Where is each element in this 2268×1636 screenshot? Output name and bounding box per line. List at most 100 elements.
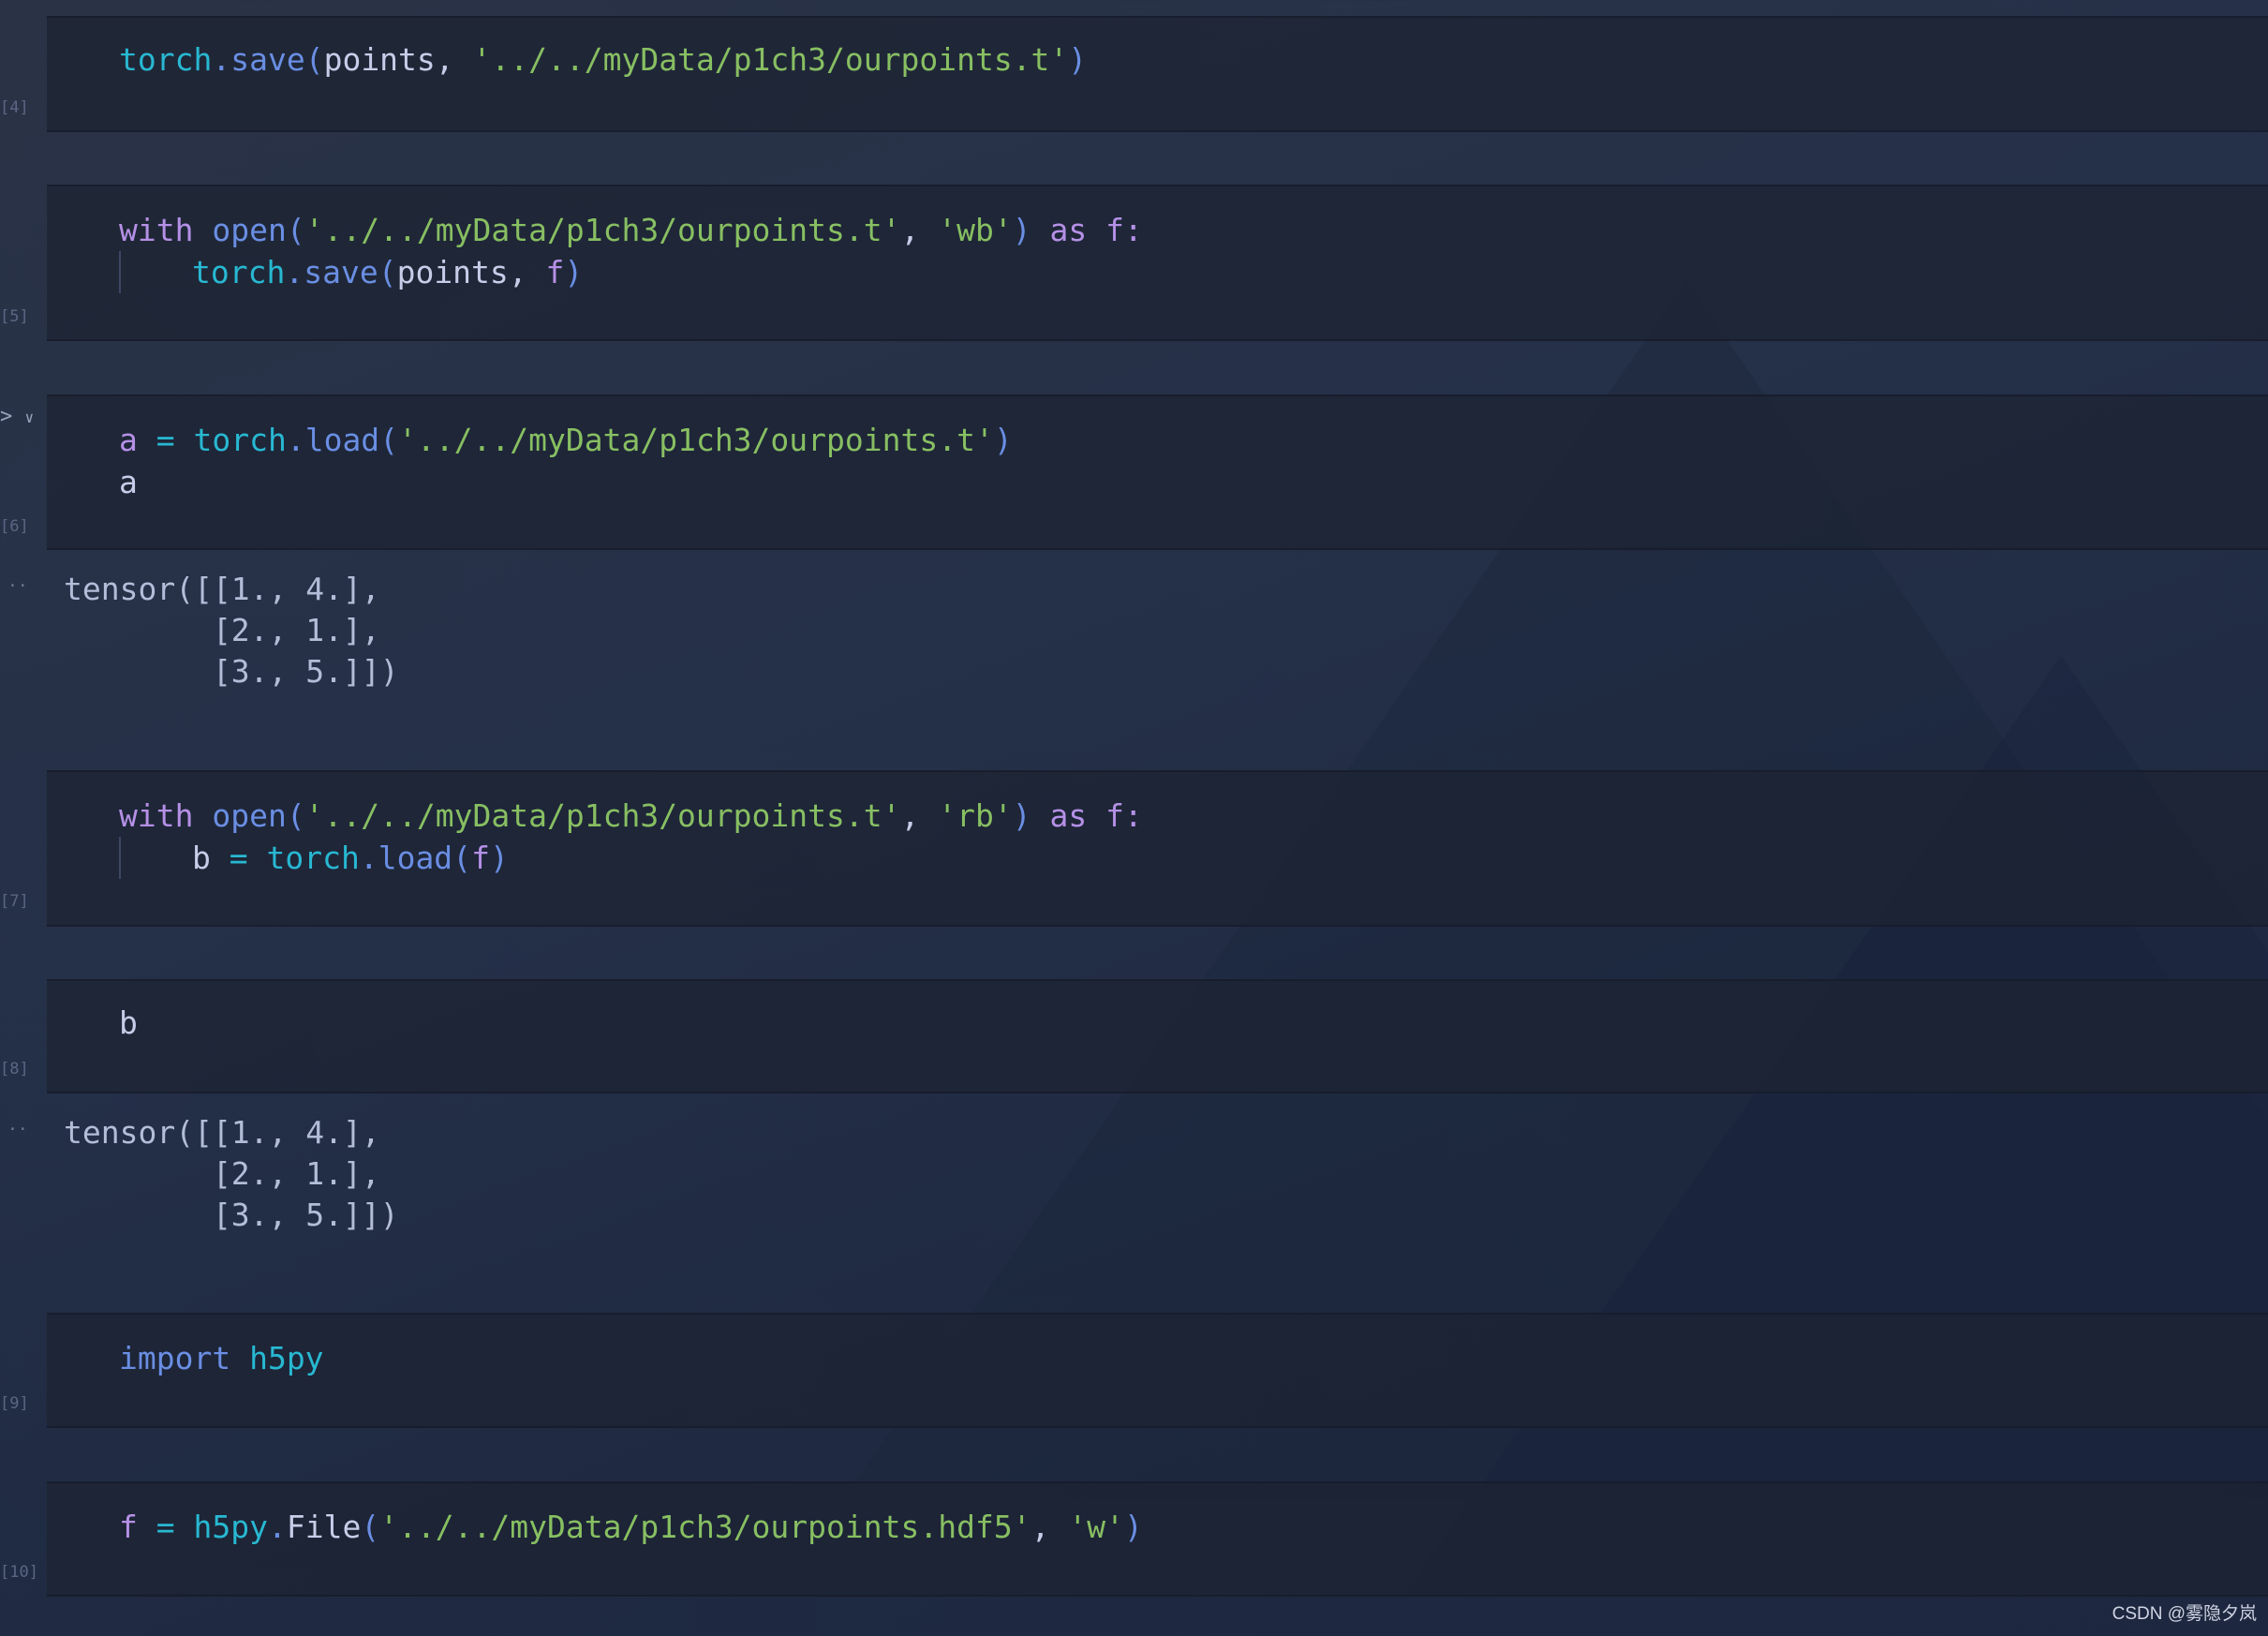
- code-cell[interactable]: torch.save(points, '../../myData/p1ch3/o…: [47, 16, 2268, 132]
- code-token: b: [119, 1004, 138, 1041]
- cell-code[interactable]: with open('../../myData/p1ch3/ourpoints.…: [119, 209, 1143, 293]
- cell-output: ·· tensor([[1., 4.], [2., 1.], [3., 5.]]…: [7, 548, 2268, 768]
- code-token: '../../myData/p1ch3/ourpoints.t': [472, 41, 1069, 78]
- code-cell[interactable]: b: [47, 979, 2268, 1093]
- code-token: =: [210, 840, 267, 876]
- code-token: f: [471, 840, 490, 876]
- code-token: File: [286, 1509, 362, 1545]
- code-token: a: [119, 464, 138, 500]
- code-token: save: [304, 254, 378, 290]
- code-token: ,: [900, 797, 939, 834]
- code-token: as: [1049, 797, 1106, 834]
- output-menu-icon[interactable]: ··: [7, 1120, 28, 1139]
- code-token: '../../myData/p1ch3/ourpoints.t': [304, 797, 901, 834]
- code-cell[interactable]: with open('../../myData/p1ch3/ourpoints.…: [47, 185, 2268, 341]
- code-cell[interactable]: with open('../../myData/p1ch3/ourpoints.…: [47, 770, 2268, 927]
- code-token: (: [286, 212, 305, 248]
- code-token: 'w': [1068, 1509, 1124, 1545]
- code-token: ): [1123, 1509, 1143, 1545]
- code-token: 'wb': [938, 212, 1013, 248]
- output-text: tensor([[1., 4.], [2., 1.], [3., 5.]]): [64, 1114, 399, 1233]
- execution-count: [9]: [0, 1394, 29, 1413]
- code-token: (: [286, 797, 305, 834]
- code-line: a: [119, 461, 1013, 503]
- code-token: load: [304, 422, 380, 458]
- cell-code[interactable]: import h5py: [119, 1337, 324, 1379]
- execution-count: [6]: [0, 517, 29, 536]
- code-token: .: [267, 1509, 287, 1545]
- code-token: points,: [323, 41, 473, 78]
- code-token: ): [489, 840, 509, 876]
- code-line: b = torch.load(f): [119, 837, 1143, 879]
- code-line: a = torch.load('../../myData/p1ch3/ourpo…: [119, 419, 1013, 461]
- cell-code[interactable]: b: [119, 1002, 138, 1044]
- indent-guide: [119, 837, 192, 879]
- code-line: with open('../../myData/p1ch3/ourpoints.…: [119, 209, 1143, 251]
- code-token: ): [1012, 212, 1050, 248]
- code-token: as: [1049, 212, 1106, 248]
- code-token: ): [564, 254, 584, 290]
- run-controls[interactable]: > ∨: [0, 405, 34, 428]
- code-token: with: [119, 212, 213, 248]
- code-token: torch: [119, 41, 213, 78]
- output-text: tensor([[1., 4.], [2., 1.], [3., 5.]]): [64, 571, 399, 690]
- execution-count: [8]: [0, 1060, 29, 1078]
- collapse-icon[interactable]: ∨: [25, 409, 35, 426]
- code-token: torch: [266, 840, 360, 876]
- code-cell[interactable]: f = h5py.File('../../myData/p1ch3/ourpoi…: [47, 1481, 2268, 1597]
- code-token: a: [119, 422, 138, 458]
- code-token: h5py: [193, 1509, 268, 1545]
- code-token: points,: [396, 254, 546, 290]
- code-line: f = h5py.File('../../myData/p1ch3/ourpoi…: [119, 1506, 1143, 1548]
- code-line: with open('../../myData/p1ch3/ourpoints.…: [119, 795, 1143, 837]
- code-token: =: [137, 1509, 194, 1545]
- cell-code[interactable]: a = torch.load('../../myData/p1ch3/ourpo…: [119, 419, 1013, 503]
- code-token: load: [378, 840, 453, 876]
- cell-code[interactable]: with open('../../myData/p1ch3/ourpoints.…: [119, 795, 1143, 879]
- output-menu-icon[interactable]: ··: [7, 576, 28, 596]
- code-token: .: [286, 422, 305, 458]
- code-line: import h5py: [119, 1337, 324, 1379]
- indent-guide: [119, 251, 192, 293]
- execution-count: [10]: [0, 1563, 38, 1582]
- code-cell[interactable]: import h5py: [47, 1313, 2268, 1428]
- code-token: save: [230, 41, 305, 78]
- watermark: CSDN @雾隐夕岚: [2112, 1604, 2257, 1624]
- code-token: f: [119, 1509, 138, 1545]
- code-cell[interactable]: a = torch.load('../../myData/p1ch3/ourpo…: [47, 394, 2268, 550]
- code-token: (: [379, 422, 399, 458]
- execution-count: [4]: [0, 98, 29, 117]
- code-token: h5py: [249, 1340, 324, 1376]
- code-token: open: [212, 212, 287, 248]
- code-token: ): [1068, 41, 1088, 78]
- code-token: '../../myData/p1ch3/ourpoints.t': [304, 212, 901, 248]
- code-token: '../../myData/p1ch3/ourpoints.hdf5': [379, 1509, 1031, 1545]
- cell-code[interactable]: f = h5py.File('../../myData/p1ch3/ourpoi…: [119, 1506, 1143, 1548]
- code-token: (: [378, 254, 397, 290]
- code-token: (: [452, 840, 472, 876]
- code-token: .: [285, 254, 304, 290]
- code-token: open: [212, 797, 287, 834]
- code-token: ): [993, 422, 1013, 458]
- cell-code[interactable]: torch.save(points, '../../myData/p1ch3/o…: [119, 38, 1087, 81]
- code-line: torch.save(points, '../../myData/p1ch3/o…: [119, 38, 1087, 81]
- code-token: torch: [193, 422, 287, 458]
- code-line: b: [119, 1002, 138, 1044]
- code-token: 'rb': [938, 797, 1013, 834]
- code-token: ): [1012, 797, 1050, 834]
- execution-count: [5]: [0, 307, 29, 326]
- code-token: torch: [192, 254, 286, 290]
- execution-count: [7]: [0, 892, 29, 911]
- run-cell-icon[interactable]: >: [0, 405, 12, 428]
- code-token: f:: [1105, 797, 1143, 834]
- code-token: b: [192, 840, 211, 876]
- code-token: import: [119, 1340, 250, 1376]
- cell-output: ·· tensor([[1., 4.], [2., 1.], [3., 5.]]…: [7, 1092, 2268, 1312]
- code-token: f:: [1105, 212, 1143, 248]
- code-token: .: [212, 41, 231, 78]
- code-token: ,: [1030, 1509, 1069, 1545]
- code-token: (: [304, 41, 324, 78]
- code-token: with: [119, 797, 213, 834]
- code-token: =: [137, 422, 194, 458]
- code-line: torch.save(points, f): [119, 251, 1143, 293]
